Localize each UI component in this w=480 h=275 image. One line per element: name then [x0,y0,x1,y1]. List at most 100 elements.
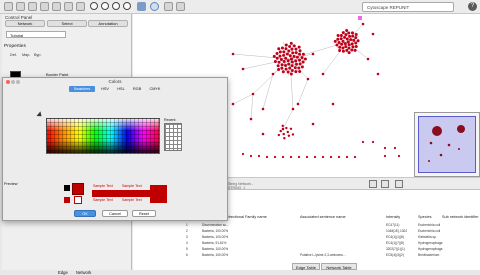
network-node [300,65,304,69]
import-table-icon[interactable] [52,2,61,11]
print-icon[interactable] [76,2,85,11]
header-intensity[interactable]: Intensity [386,215,400,219]
network-node [288,45,292,49]
table-cell[interactable]: EC4(1)(7)(8) [386,241,404,245]
table-cell[interactable]: Bacteria, 100.00% [202,235,228,239]
tab-cmyk[interactable]: CMYK [147,86,163,92]
network-node [277,47,281,51]
network-node [280,63,284,67]
swatch-grid-lines [46,118,160,154]
network-node [265,155,269,159]
header-species[interactable]: Species [418,215,432,219]
header-family[interactable]: Directional Family name [226,215,267,219]
table-cell[interactable]: Brevibacterium [418,253,439,257]
network-node [371,140,375,144]
table-cell[interactable]: Bacteria, 100.00% [202,247,228,251]
network-node [301,60,305,64]
network-node [313,155,317,159]
zoom-fit-icon[interactable] [112,2,120,10]
preview-label: Preview [4,182,18,186]
tab-edge-table[interactable]: Edge Table [292,263,320,270]
search-input[interactable]: Cytoscape REPUNIT [362,2,454,12]
network-node [288,54,292,58]
table-cell[interactable]: 6 [186,253,188,257]
network-node [251,92,255,96]
tab-hsl[interactable]: HSL [115,86,127,92]
tab-hsv[interactable]: HSV [99,86,111,92]
network-node [354,36,358,40]
table-cell[interactable]: Bacteria, 91.61% [202,241,226,245]
table-cell[interactable]: EC5(4)(3)(2) [386,253,404,257]
cancel-button[interactable]: Cancel [102,210,128,217]
network-node [294,70,298,74]
network-node [298,49,302,53]
import-network-icon[interactable] [40,2,49,11]
network-node [347,51,351,55]
save-session-icon[interactable] [28,2,37,11]
header-subnetwork[interactable]: Sub network identifier [442,215,479,219]
table-cell[interactable]: 5 [186,247,188,251]
tab-network[interactable]: Network [5,20,45,27]
ok-button[interactable]: OK [74,210,96,217]
tab-annotation[interactable]: Annotation [88,20,128,27]
network-node [354,45,358,49]
table-cell[interactable]: 1048(1E),1302 [386,229,407,233]
reset-button[interactable]: Reset [132,210,156,217]
table-cell[interactable]: 4 [186,241,188,245]
fit-content-icon[interactable] [381,180,389,188]
open-session-icon[interactable] [16,2,25,11]
network-node [338,45,342,49]
properties-header[interactable]: Properties [4,44,128,50]
table-cell[interactable]: Putative L-lysine-2,3-aminomu... [300,253,346,257]
table-cell[interactable]: EC4(1)(1)(8) [386,235,404,239]
tab-swatches[interactable]: Swatches [69,86,95,92]
zoom-out-icon[interactable] [101,2,109,10]
table-cell[interactable]: Bacteria, 100.00% [202,253,228,257]
network-node [281,127,285,131]
home-icon[interactable] [137,2,146,11]
network-node [371,32,375,36]
network-node [335,43,339,47]
table-cell[interactable]: Escherichia coli [418,229,440,233]
network-node [297,45,301,49]
network-node [292,44,296,48]
hide-icon[interactable] [164,2,173,11]
table-cell[interactable]: Escherichia coli [418,223,440,227]
zoom-in-icon[interactable] [90,2,98,10]
table-cell[interactable]: Klebsiella sp. [418,235,437,239]
network-node [336,34,340,38]
table-cell[interactable]: Discrimination sc... [202,223,229,227]
network-node [345,48,349,52]
table-cell[interactable]: Hydrogenophaga [418,247,442,251]
table-cell[interactable]: EC47(11) [386,223,399,227]
table-cell[interactable]: 3 [186,235,188,239]
network-node [294,62,298,66]
tab-edge[interactable]: Edge [58,270,68,275]
tab-rgb[interactable]: RGB [131,86,143,92]
export-icon[interactable] [64,2,73,11]
table-cell[interactable]: 1 [186,223,188,227]
network-node [298,52,302,56]
table-cell[interactable]: Bacteria, 100.00% [202,229,228,233]
tab-select[interactable]: Select [47,20,87,27]
table-cell[interactable]: 2 [186,229,188,233]
help-question-icon[interactable]: ? [468,2,477,11]
zoom-selected-icon[interactable] [123,2,131,10]
table-cell[interactable]: 3202(7)(1)(1) [386,247,405,251]
column-bypass: Byp. [34,53,42,57]
network-node [290,47,294,51]
header-sentence[interactable]: Associated sentence name [300,215,346,219]
tab-network-table[interactable]: Network Table [321,263,357,270]
help-icon[interactable] [176,2,185,11]
overview-viewport[interactable] [418,116,476,173]
show-all-icon[interactable] [150,2,159,11]
network-node [344,45,348,49]
style-select[interactable]: Tutorial [6,31,66,38]
show-overview-icon[interactable] [395,180,403,188]
recent-colors-grid[interactable] [164,123,182,151]
column-mapping: Map. [22,53,31,57]
new-network-icon[interactable] [4,2,13,11]
table-cell[interactable]: Hydrogenophaga [418,241,442,245]
tab-network-style[interactable]: Network [76,270,91,275]
expand-icon[interactable] [369,180,377,188]
